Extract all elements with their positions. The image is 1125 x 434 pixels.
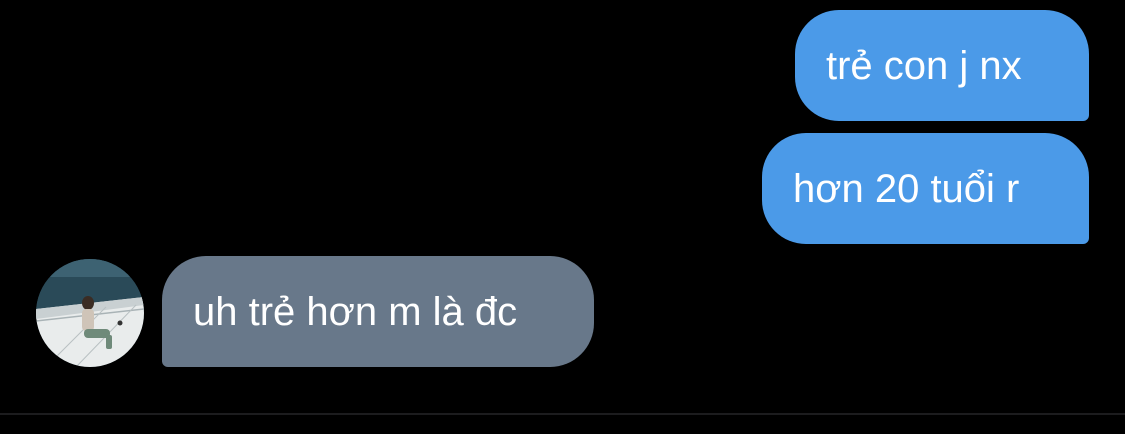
message-text: hơn 20 tuổi r — [793, 166, 1020, 211]
message-text: uh trẻ hơn m là đc — [193, 289, 518, 334]
incoming-message-bubble[interactable]: uh trẻ hơn m là đc — [162, 256, 594, 367]
outgoing-message-bubble[interactable]: hơn 20 tuổi r — [762, 133, 1089, 244]
composer-divider — [0, 413, 1125, 415]
message-text: trẻ con j nx — [826, 43, 1022, 88]
avatar-photo-icon — [36, 259, 144, 367]
contact-avatar[interactable] — [36, 259, 144, 367]
outgoing-message-bubble[interactable]: trẻ con j nx — [795, 10, 1089, 121]
